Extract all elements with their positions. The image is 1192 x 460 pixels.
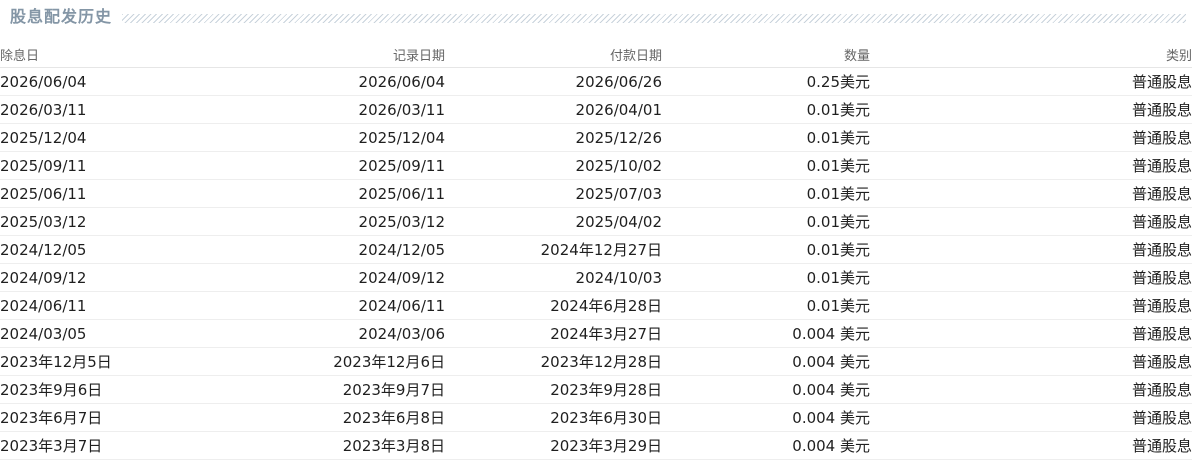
table-row: 2025/12/04 2025/12/04 2025/12/26 0.01美元 普通股息 — [0, 123, 1192, 152]
ex-dividend-date-cell: 2024/12/05 — [0, 235, 250, 264]
payment-date-cell: 2024年3月27日 — [445, 319, 662, 348]
payment-date-cell: 2024年6月28日 — [445, 291, 662, 320]
table-row: 2026/03/11 2026/03/11 2026/04/01 0.01美元 普通股息 — [0, 95, 1192, 124]
record-date-cell: 2025/06/11 — [250, 179, 445, 208]
record-date-cell: 2023年3月8日 — [250, 431, 445, 460]
amount-cell: 0.01美元 — [662, 291, 870, 320]
amount-cell: 0.004 美元 — [662, 319, 870, 348]
amount-cell: 0.004 美元 — [662, 431, 870, 460]
dividend-type-cell: 普通股息 — [870, 179, 1192, 208]
ex-dividend-date-cell: 2026/06/04 — [0, 67, 250, 96]
payment-date-cell: 2023年3月29日 — [445, 431, 662, 460]
payment-date-cell: 2025/04/02 — [445, 207, 662, 236]
ex-dividend-date-cell: 2023年6月7日 — [0, 403, 250, 432]
payment-date-cell: 2023年12月28日 — [445, 347, 662, 376]
table-header: 除息日 记录日期 付款日期 数量 类别 — [0, 41, 1192, 68]
ex-dividend-date-cell: 2024/03/05 — [0, 319, 250, 348]
title-decoration-stripes — [122, 13, 1186, 23]
table-row: 2024/12/05 2024/12/05 2024年12月27日 0.01美元 普通股… — [0, 235, 1192, 264]
table-body: 2026/06/04 2026/06/04 2026/06/26 0.25美元 普通股息… — [0, 67, 1192, 460]
ex-dividend-date-cell: 2025/03/12 — [0, 207, 250, 236]
amount-cell: 0.01美元 — [662, 123, 870, 152]
dividend-type-cell: 普通股息 — [870, 67, 1192, 96]
dividend-type-cell: 普通股息 — [870, 151, 1192, 180]
table-row: 2023年3月7日 2023年3月8日 2023年3月29日 0.004 美元 普通股息 — [0, 431, 1192, 460]
amount-cell: 0.004 美元 — [662, 347, 870, 376]
payment-date-cell: 2026/06/26 — [445, 67, 662, 96]
payment-date-cell: 2025/10/02 — [445, 151, 662, 180]
dividend-type-cell: 普通股息 — [870, 291, 1192, 320]
column-header-type: 类别 — [870, 41, 1192, 68]
column-header-amount: 数量 — [662, 41, 870, 68]
payment-date-cell: 2023年9月28日 — [445, 375, 662, 404]
record-date-cell: 2025/03/12 — [250, 207, 445, 236]
amount-cell: 0.01美元 — [662, 179, 870, 208]
ex-dividend-date-cell: 2023年12月5日 — [0, 347, 250, 376]
record-date-cell: 2024/03/06 — [250, 319, 445, 348]
column-header-ex-dividend-date: 除息日 — [0, 41, 250, 68]
payment-date-cell: 2023年6月30日 — [445, 403, 662, 432]
record-date-cell: 2024/12/05 — [250, 235, 445, 264]
ex-dividend-date-cell: 2023年3月7日 — [0, 431, 250, 460]
amount-cell: 0.01美元 — [662, 235, 870, 264]
amount-cell: 0.01美元 — [662, 207, 870, 236]
ex-dividend-date-cell: 2025/12/04 — [0, 123, 250, 152]
dividend-type-cell: 普通股息 — [870, 123, 1192, 152]
record-date-cell: 2026/06/04 — [250, 67, 445, 96]
dividend-history-section: 股息配发历史 除息日 记录日期 付款日期 数量 类别 2026/06/04 202… — [0, 0, 1192, 460]
amount-cell: 0.004 美元 — [662, 375, 870, 404]
table-row: 2024/03/05 2024/03/06 2024年3月27日 0.004 美元 普通… — [0, 319, 1192, 348]
dividend-type-cell: 普通股息 — [870, 403, 1192, 432]
table-row: 2023年9月6日 2023年9月7日 2023年9月28日 0.004 美元 普通股息 — [0, 375, 1192, 404]
dividend-type-cell: 普通股息 — [870, 235, 1192, 264]
table-row: 2025/06/11 2025/06/11 2025/07/03 0.01美元 普通股息 — [0, 179, 1192, 208]
record-date-cell: 2026/03/11 — [250, 95, 445, 124]
payment-date-cell: 2025/12/26 — [445, 123, 662, 152]
dividend-history-table: 除息日 记录日期 付款日期 数量 类别 2026/06/04 2026/06/04… — [0, 41, 1192, 460]
record-date-cell: 2025/12/04 — [250, 123, 445, 152]
record-date-cell: 2023年12月6日 — [250, 347, 445, 376]
ex-dividend-date-cell: 2025/06/11 — [0, 179, 250, 208]
ex-dividend-date-cell: 2024/06/11 — [0, 291, 250, 320]
dividend-type-cell: 普通股息 — [870, 375, 1192, 404]
amount-cell: 0.01美元 — [662, 151, 870, 180]
payment-date-cell: 2024/10/03 — [445, 263, 662, 292]
payment-date-cell: 2025/07/03 — [445, 179, 662, 208]
table-row: 2026/06/04 2026/06/04 2026/06/26 0.25美元 普通股息 — [0, 67, 1192, 96]
record-date-cell: 2023年6月8日 — [250, 403, 445, 432]
payment-date-cell: 2024年12月27日 — [445, 235, 662, 264]
amount-cell: 0.004 美元 — [662, 403, 870, 432]
column-header-payment-date: 付款日期 — [445, 41, 662, 68]
ex-dividend-date-cell: 2023年9月6日 — [0, 375, 250, 404]
section-header: 股息配发历史 — [10, 6, 1186, 28]
ex-dividend-date-cell: 2024/09/12 — [0, 263, 250, 292]
dividend-type-cell: 普通股息 — [870, 207, 1192, 236]
ex-dividend-date-cell: 2026/03/11 — [0, 95, 250, 124]
section-title: 股息配发历史 — [10, 7, 113, 26]
table-row: 2025/03/12 2025/03/12 2025/04/02 0.01美元 普通股息 — [0, 207, 1192, 236]
table-row: 2024/06/11 2024/06/11 2024年6月28日 0.01美元 普通股息 — [0, 291, 1192, 320]
dividend-type-cell: 普通股息 — [870, 263, 1192, 292]
ex-dividend-date-cell: 2025/09/11 — [0, 151, 250, 180]
table-row: 2024/09/12 2024/09/12 2024/10/03 0.01美元 普通股息 — [0, 263, 1192, 292]
table-row: 2023年6月7日 2023年6月8日 2023年6月30日 0.004 美元 普通股息 — [0, 403, 1192, 432]
record-date-cell: 2023年9月7日 — [250, 375, 445, 404]
column-header-record-date: 记录日期 — [250, 41, 445, 68]
record-date-cell: 2024/09/12 — [250, 263, 445, 292]
header-row: 除息日 记录日期 付款日期 数量 类别 — [0, 41, 1192, 68]
amount-cell: 0.01美元 — [662, 95, 870, 124]
dividend-type-cell: 普通股息 — [870, 431, 1192, 460]
dividend-type-cell: 普通股息 — [870, 347, 1192, 376]
table-row: 2025/09/11 2025/09/11 2025/10/02 0.01美元 普通股息 — [0, 151, 1192, 180]
amount-cell: 0.25美元 — [662, 67, 870, 96]
table-row: 2023年12月5日 2023年12月6日 2023年12月28日 0.004 美元普… — [0, 347, 1192, 376]
payment-date-cell: 2026/04/01 — [445, 95, 662, 124]
record-date-cell: 2024/06/11 — [250, 291, 445, 320]
amount-cell: 0.01美元 — [662, 263, 870, 292]
dividend-type-cell: 普通股息 — [870, 319, 1192, 348]
record-date-cell: 2025/09/11 — [250, 151, 445, 180]
dividend-type-cell: 普通股息 — [870, 95, 1192, 124]
